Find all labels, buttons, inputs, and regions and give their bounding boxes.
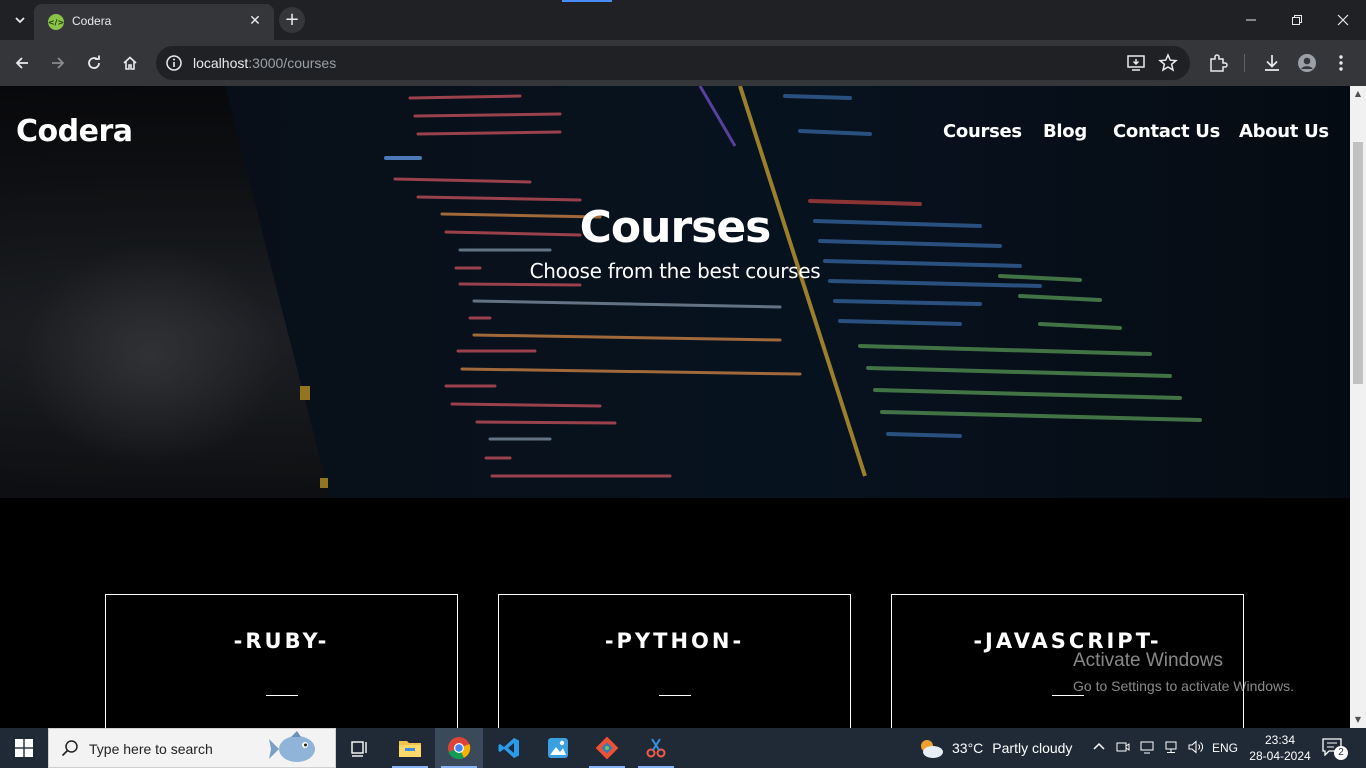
nav-link-blog[interactable]: Blog bbox=[1043, 121, 1087, 142]
site-info-icon[interactable] bbox=[165, 54, 183, 72]
menu-dots-icon[interactable] bbox=[1330, 52, 1352, 74]
tab-strip-accent bbox=[562, 0, 612, 2]
windows-start-icon[interactable] bbox=[0, 728, 48, 768]
taskbar-search-box[interactable]: Type here to search bbox=[48, 728, 336, 768]
network-icon[interactable] bbox=[1164, 740, 1178, 757]
install-app-icon[interactable] bbox=[1126, 53, 1146, 73]
notification-count-badge: 2 bbox=[1334, 746, 1348, 760]
restore-button[interactable] bbox=[1274, 0, 1320, 40]
watermark-title: Activate Windows bbox=[1073, 650, 1223, 671]
url-text[interactable]: localhost:3000/courses bbox=[193, 55, 336, 71]
activate-windows-watermark: Activate Windows Go to Settings to activ… bbox=[1073, 650, 1294, 694]
hero-dark-overlay bbox=[0, 86, 1350, 498]
network-alert-icon[interactable] bbox=[1140, 740, 1154, 757]
page-subtitle: Choose from the best courses bbox=[529, 259, 821, 283]
minimize-button[interactable] bbox=[1228, 0, 1274, 40]
nav-link-contact-us[interactable]: Contact Us bbox=[1113, 121, 1220, 142]
chrome-icon[interactable] bbox=[435, 728, 483, 768]
clock-time: 23:34 bbox=[1264, 733, 1296, 747]
hero-section: Codera Courses Blog Contact Us About Us … bbox=[0, 86, 1350, 498]
bookmark-star-icon[interactable] bbox=[1158, 53, 1178, 73]
scrollbar-thumb[interactable] bbox=[1353, 142, 1363, 384]
paint-icon[interactable] bbox=[534, 728, 582, 768]
tab-title: Codera bbox=[72, 14, 112, 28]
search-placeholder: Type here to search bbox=[89, 741, 213, 757]
card-divider bbox=[1051, 695, 1084, 696]
back-arrow-icon[interactable] bbox=[8, 49, 36, 77]
url-host: localhost bbox=[193, 55, 249, 71]
download-icon[interactable] bbox=[1261, 52, 1283, 74]
close-icon[interactable]: ✕ bbox=[246, 12, 264, 30]
meet-now-icon[interactable] bbox=[1116, 740, 1130, 757]
site-logo[interactable]: Codera bbox=[16, 114, 133, 149]
chevron-down-icon[interactable] bbox=[8, 8, 32, 32]
search-highlight-fish-icon bbox=[269, 731, 315, 762]
nav-link-courses[interactable]: Courses bbox=[943, 121, 1022, 142]
weather-widget[interactable]: 33°C Partly cloudy bbox=[918, 728, 1072, 768]
browser-tab-active[interactable]: </> Codera ✕ bbox=[34, 4, 274, 40]
reload-icon[interactable] bbox=[80, 49, 108, 77]
input-language[interactable]: ENG bbox=[1212, 741, 1238, 755]
course-card-ruby[interactable]: -RUBY- bbox=[105, 594, 458, 728]
volume-icon[interactable] bbox=[1188, 740, 1204, 757]
file-explorer-icon[interactable] bbox=[386, 728, 434, 768]
course-card-title: -PYTHON- bbox=[604, 629, 745, 653]
watermark-subtitle: Go to Settings to activate Windows. bbox=[1073, 678, 1294, 694]
card-divider bbox=[265, 695, 298, 696]
weather-temperature: 33°C bbox=[952, 740, 984, 756]
tray-overflow-chevron-icon[interactable] bbox=[1092, 740, 1106, 757]
browser-toolbar: localhost:3000/courses bbox=[0, 40, 1366, 86]
windows-taskbar: Type here to search 33°C Partly cloudy E… bbox=[0, 728, 1366, 768]
scroll-down-arrow-icon[interactable]: ▼ bbox=[1350, 712, 1366, 728]
nav-link-about-us[interactable]: About Us bbox=[1239, 121, 1329, 142]
address-bar[interactable]: localhost:3000/courses bbox=[156, 46, 1190, 80]
snipping-tool-icon[interactable] bbox=[632, 728, 680, 768]
page-title: Courses bbox=[579, 202, 772, 253]
card-divider bbox=[658, 695, 691, 696]
system-clock[interactable]: 23:34 28-04-2024 bbox=[1248, 732, 1312, 764]
clock-date: 28-04-2024 bbox=[1249, 749, 1311, 763]
url-path: :3000/courses bbox=[248, 55, 337, 71]
extensions-puzzle-icon[interactable] bbox=[1207, 52, 1229, 74]
course-card-title: -RUBY- bbox=[233, 629, 330, 653]
toolbar-divider bbox=[1244, 54, 1245, 72]
search-icon bbox=[61, 739, 79, 757]
git-icon[interactable] bbox=[583, 728, 631, 768]
weather-description: Partly cloudy bbox=[992, 740, 1073, 756]
page-scrollbar[interactable]: ▲ ▼ bbox=[1350, 86, 1366, 728]
browser-tab-strip: </> Codera ✕ + bbox=[0, 0, 1366, 40]
vscode-icon[interactable] bbox=[485, 728, 533, 768]
scroll-up-arrow-icon[interactable]: ▲ bbox=[1350, 86, 1366, 102]
course-card-python[interactable]: -PYTHON- bbox=[498, 594, 851, 728]
new-tab-button[interactable]: + bbox=[279, 7, 305, 33]
task-view-icon[interactable] bbox=[336, 728, 384, 768]
close-window-button[interactable] bbox=[1320, 0, 1366, 40]
home-icon[interactable] bbox=[116, 49, 144, 77]
forward-arrow-icon[interactable] bbox=[44, 49, 72, 77]
code-icon: </> bbox=[48, 14, 64, 30]
partly-cloudy-icon bbox=[921, 740, 943, 758]
profile-avatar-icon[interactable] bbox=[1296, 52, 1318, 74]
page-viewport: Codera Courses Blog Contact Us About Us … bbox=[0, 86, 1350, 728]
